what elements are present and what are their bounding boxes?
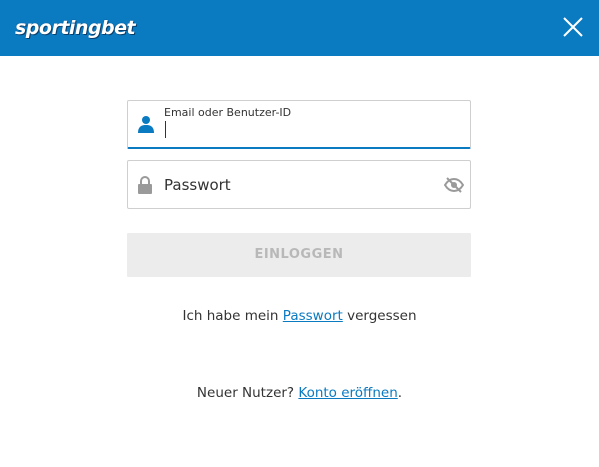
login-button[interactable]: EINLOGGEN xyxy=(127,233,471,277)
forgot-prefix: Ich habe mein xyxy=(182,308,283,324)
eye-slash-icon[interactable] xyxy=(444,176,464,194)
forgot-password-link[interactable]: Passwort xyxy=(283,308,343,324)
close-icon xyxy=(563,17,583,37)
user-icon xyxy=(138,116,154,133)
email-label: Email oder Benutzer-ID xyxy=(164,106,292,119)
forgot-suffix: vergessen xyxy=(342,308,417,324)
password-placeholder: Passwort xyxy=(164,176,231,194)
register-prefix: Neuer Nutzer? xyxy=(196,385,299,401)
close-button[interactable] xyxy=(560,14,586,40)
register-suffix: . xyxy=(397,385,403,401)
forgot-password-line: Ich habe mein Passwort vergessen xyxy=(0,308,599,324)
header-bar: sportingbet xyxy=(0,0,599,56)
lock-icon xyxy=(138,176,152,194)
register-line: Neuer Nutzer? Konto eröffnen. xyxy=(0,385,599,401)
email-field[interactable]: Email oder Benutzer-ID xyxy=(127,100,471,149)
sportingbet-logo[interactable]: sportingbet xyxy=(15,15,136,41)
open-account-link[interactable]: Konto eröffnen xyxy=(298,385,397,401)
login-panel: Email oder Benutzer-ID Passwort EINLOGGE… xyxy=(0,56,599,467)
text-cursor xyxy=(165,121,166,138)
password-field[interactable]: Passwort xyxy=(127,160,471,209)
